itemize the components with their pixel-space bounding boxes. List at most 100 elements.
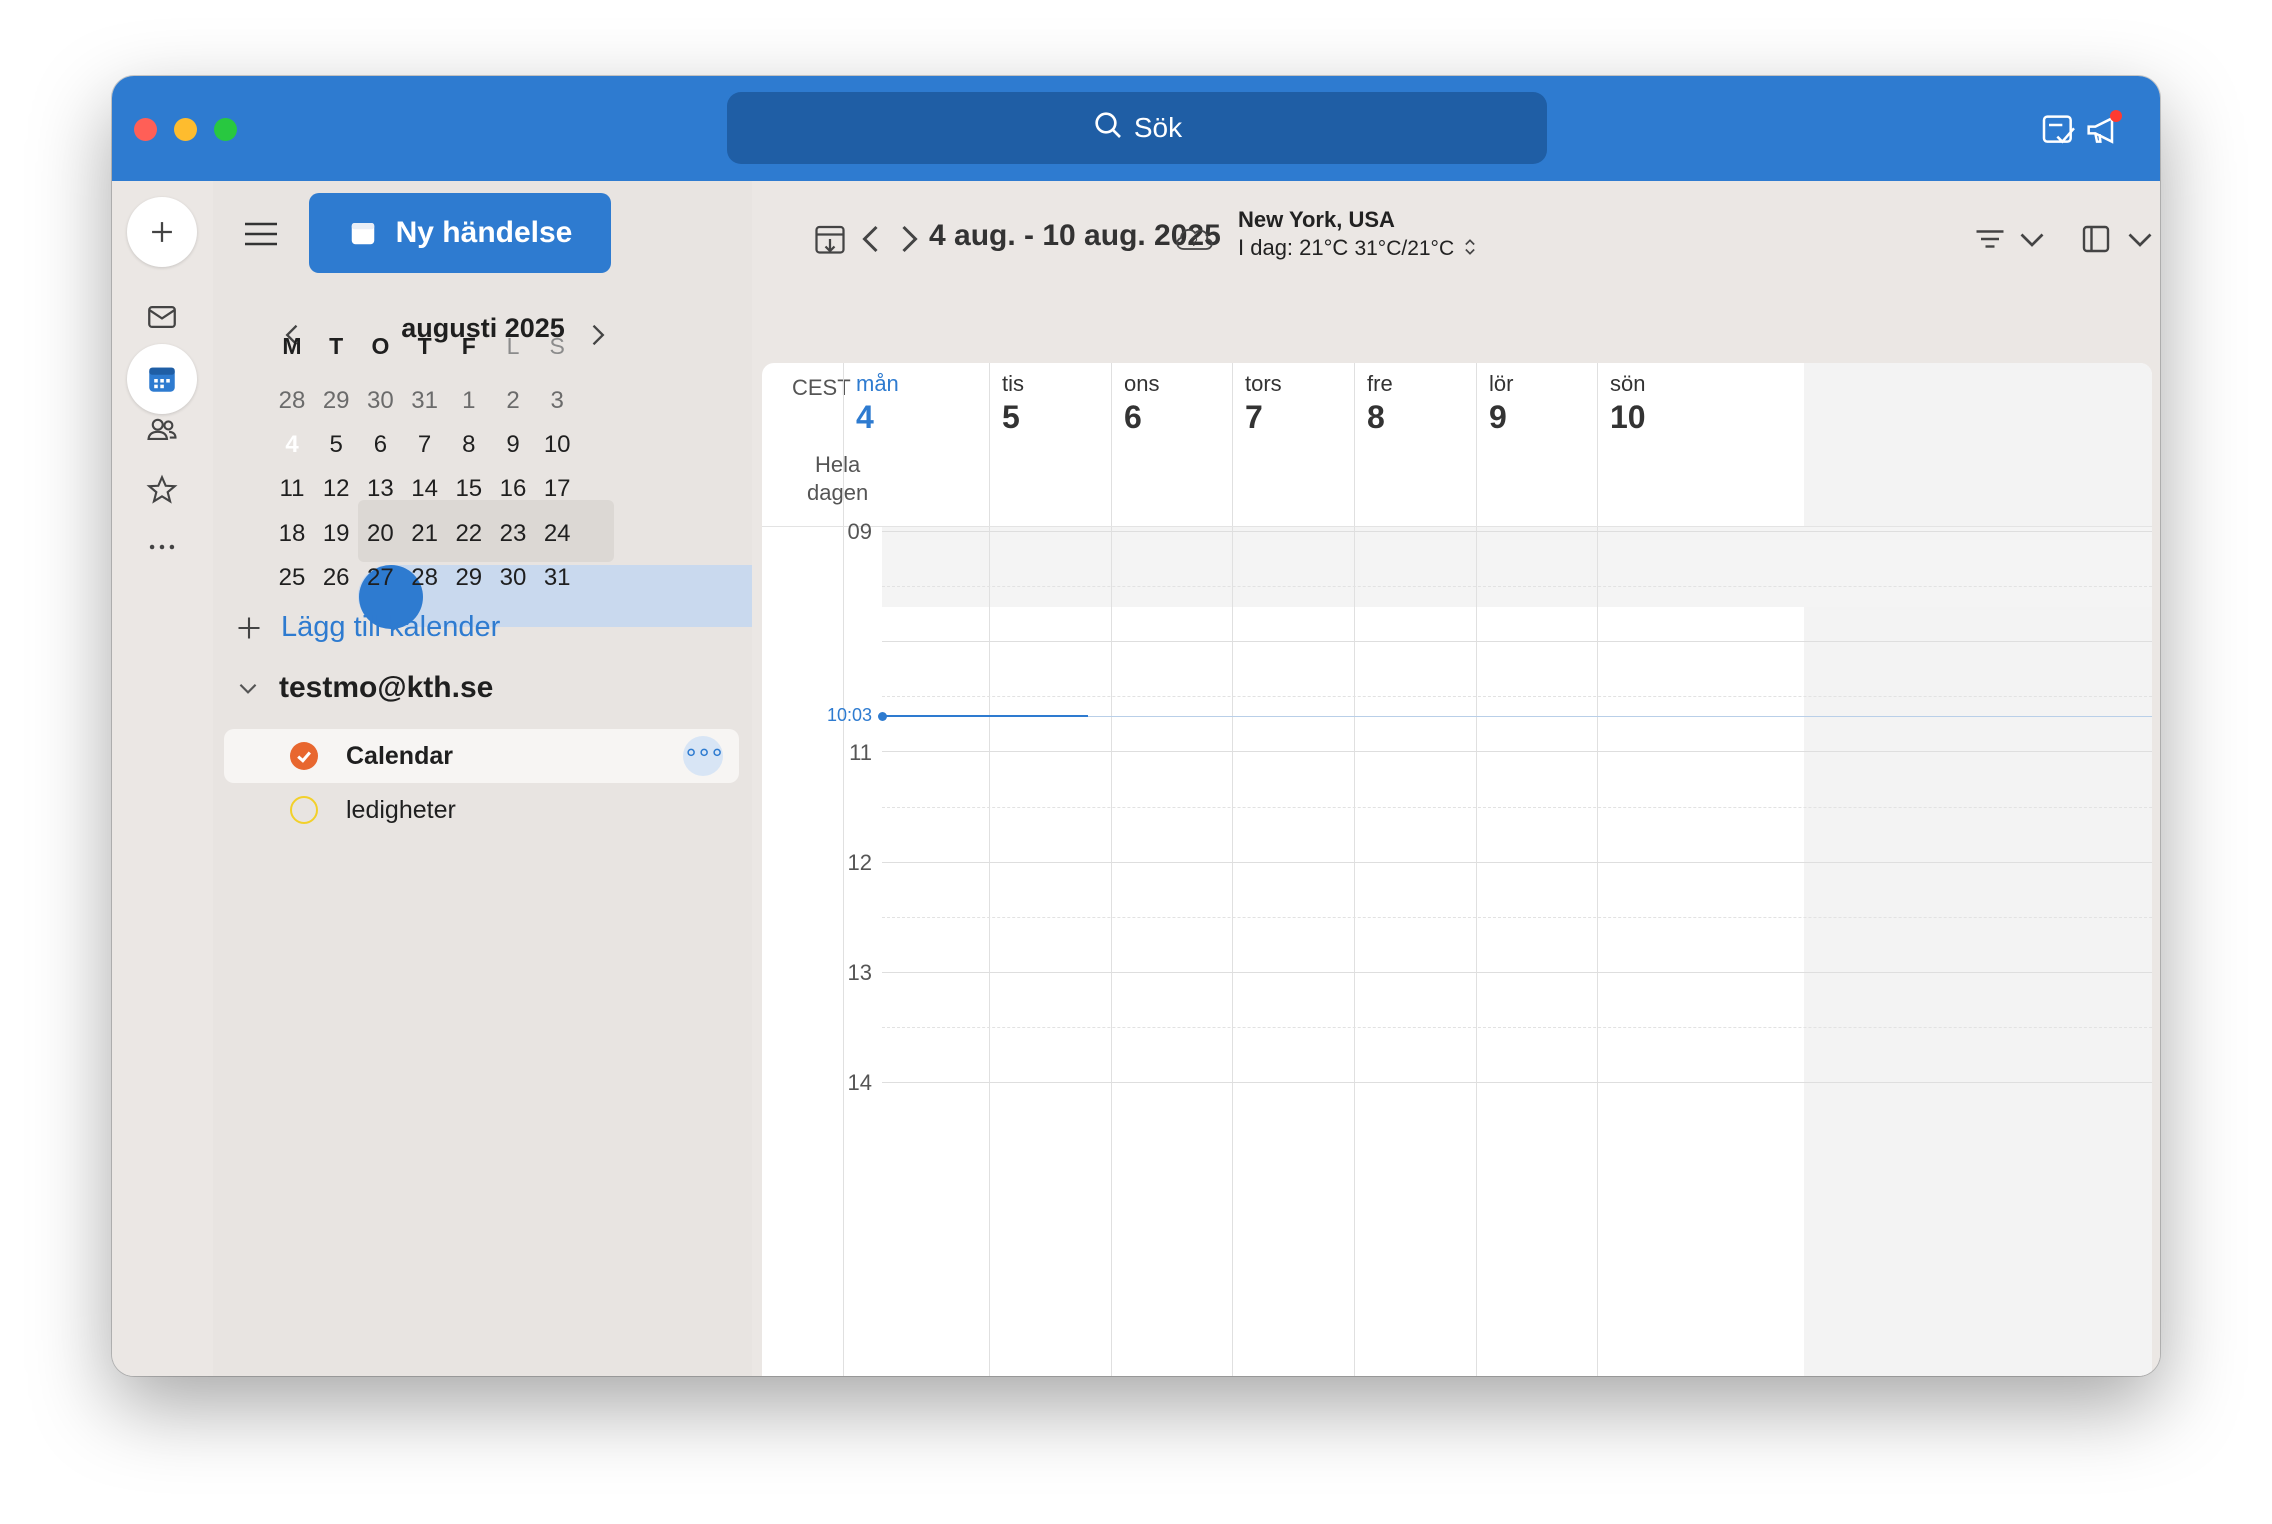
search-label: Sök [1133,112,1183,143]
calendar-main: 4 aug. - 10 aug. 2025 ? New York, USA I … [752,181,2160,1376]
day-name: fre [1367,371,1393,396]
hour-gridline [882,862,2152,863]
weather-high-low: 31°C/21°C [1354,237,1455,260]
calendar-options-button[interactable]: ∘∘∘ [683,736,725,776]
all-day-label-line1: Hela [814,452,861,477]
day-header[interactable]: lör 9 [1489,371,1513,436]
day-header[interactable]: tors 7 [1245,371,1282,436]
megaphone-icon[interactable] [2082,110,2122,150]
svg-text:?: ? [1190,234,1197,249]
day-header[interactable]: sön 10 [1610,371,1646,436]
current-time-dot [878,712,887,721]
day-number: 4 [856,399,874,435]
day-header[interactable]: mån 4 [856,371,899,436]
notification-dot [2110,110,2122,122]
plus-icon[interactable] [127,197,197,267]
cloud-icon[interactable]: ? [1172,219,1216,255]
minimize-window-button[interactable] [174,118,197,141]
all-day-divider [762,526,2152,527]
mail-icon[interactable] [127,282,197,352]
hour-gridline [882,1082,2152,1083]
day-number: 7 [1245,399,1263,435]
search-icon [1092,109,1124,148]
go-to-today-icon[interactable] [812,221,848,257]
close-window-button[interactable] [134,118,157,141]
next-week-button[interactable] [890,221,926,257]
calendar-add-icon [351,223,374,245]
mini-calendar-day[interactable]: 31 [525,546,589,610]
week-grid: CEST Hela dagen mån 4 tis 5 ons 6 tors 7 fre 8 lör… [762,363,2152,1376]
day-header[interactable]: fre 8 [1367,371,1393,436]
calendar-checkbox[interactable] [290,796,318,824]
previous-week-button[interactable] [854,221,890,257]
day-name: tis [1002,371,1024,396]
calendar-checkbox[interactable] [290,742,318,770]
day-name: mån [856,371,899,396]
day-column-divider [1232,363,1233,1376]
half-hour-gridline [882,696,2152,697]
plus-icon [238,617,260,638]
day-header[interactable]: tis 5 [1002,371,1024,436]
day-number: 5 [1002,399,1020,435]
people-icon[interactable] [127,394,197,464]
new-event-button[interactable]: Ny händelse [309,193,611,273]
chevron-down-icon[interactable] [2122,221,2158,257]
chevron-down-icon[interactable] [2014,221,2050,257]
checkmark-icon [297,751,311,763]
hour-gridline [882,972,2152,973]
view-layout-icon[interactable] [2078,221,2114,257]
timezone-label: CEST [792,375,851,400]
half-hour-gridline [882,917,2152,918]
day-column-divider [1597,363,1598,1376]
new-event-label: Ny händelse [395,216,573,249]
day-column-divider [1111,363,1112,1376]
account-email: testmo@kth.se [279,671,494,704]
weekday-header: S [549,333,565,359]
day-number: 8 [1367,399,1385,435]
calendar-name: Calendar [346,741,453,770]
zoom-window-button[interactable] [214,118,237,141]
half-hour-gridline [882,1027,2152,1028]
calendar-name: ledigheter [346,795,456,824]
calendar-item-calendar[interactable]: Calendar ∘∘∘ [224,729,739,783]
day-number: 10 [1610,399,1646,435]
calendar-item-ledigheter[interactable]: ledigheter [224,783,739,837]
early-hours-background [882,527,2152,607]
all-day-label: Hela dagen [807,451,868,507]
day-column-divider [1476,363,1477,1376]
hour-gridline [882,641,2152,642]
day-name: tors [1245,371,1282,396]
app-window: Sök Ny händelse augusti 2025 M T O T F L… [112,76,2160,1376]
half-hour-gridline [882,807,2152,808]
day-name: ons [1124,371,1160,396]
chevron-down-icon [239,683,257,694]
hour-label: 12 [847,850,872,875]
hour-gridline [882,751,2152,752]
day-header[interactable]: ons 6 [1124,371,1159,436]
title-bar: Sök [112,76,2160,181]
up-down-chevron-icon[interactable] [1460,237,1480,257]
hour-label: 09 [847,519,872,544]
weekend-background [1804,363,2152,1376]
day-name: sön [1610,371,1646,396]
hamburger-menu-icon[interactable] [243,219,279,249]
day-name: lör [1489,371,1514,396]
add-calendar-button[interactable]: Lägg till kalender [235,611,500,644]
weather-location[interactable]: New York, USA [1238,207,1395,233]
weather-today-temp: I dag: 21°C [1238,235,1349,260]
hour-label: 14 [847,1070,872,1095]
add-calendar-label: Lägg till kalender [281,611,501,643]
more-icon[interactable] [127,512,197,582]
search-bar[interactable]: Sök [727,92,1547,164]
sticky-note-icon[interactable] [2039,110,2079,150]
current-time-label: 10:03 [826,705,872,725]
half-hour-gridline [882,586,2152,587]
app-rail [112,181,213,1376]
day-number: 6 [1124,399,1142,435]
filter-icon[interactable] [1972,221,2008,257]
day-number: 9 [1489,399,1507,435]
hour-label: 13 [847,960,872,985]
hour-label: 11 [849,740,872,765]
account-group-header[interactable]: testmo@kth.se [235,671,493,705]
all-day-label-line2: dagen [807,480,869,505]
